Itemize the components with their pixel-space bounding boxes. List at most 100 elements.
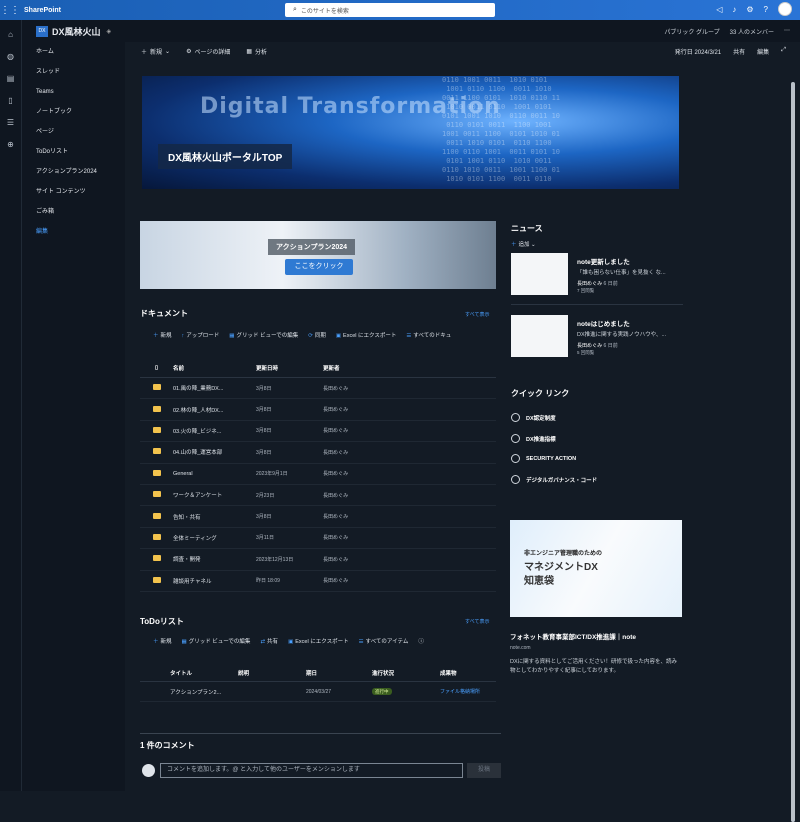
share-button[interactable]: 共有: [733, 47, 745, 56]
file-name[interactable]: 告知・共有: [173, 513, 256, 521]
news-card[interactable]: note更新しました 「誰も困らない仕事」を見抜く な... 長田めぐみ 6 日…: [511, 253, 681, 297]
grid-edit-button[interactable]: ▦ グリッド ビューでの編集: [229, 331, 298, 339]
nav-pages[interactable]: ページ: [22, 124, 125, 144]
todo-view-selector[interactable]: ☰ すべてのアイテム: [359, 637, 409, 645]
todo-share-button[interactable]: ⇄ 共有: [260, 637, 278, 645]
bell-icon[interactable]: ♪: [732, 5, 736, 14]
file-name[interactable]: 全体ミーティング: [173, 534, 256, 542]
table-row[interactable]: 調査・開発 2023年12月13日 長田めぐみ: [140, 549, 496, 571]
table-row[interactable]: 01.風の陣_業務DX... 3月8日 長田めぐみ: [140, 378, 496, 400]
quicklink-item[interactable]: デジタルガバナンス・コード: [511, 475, 597, 484]
todo-status-cell: 進行中: [372, 687, 440, 695]
more-icon[interactable]: ⋯: [784, 27, 790, 36]
hero-banner[interactable]: 0110 1001 0011 1010 0101 1001 0110 1100 …: [142, 76, 679, 189]
lists-icon[interactable]: ☰: [0, 118, 21, 130]
news-card-title[interactable]: note更新しました: [577, 256, 630, 266]
news-card-title[interactable]: noteはじめました: [577, 318, 630, 328]
edit-button[interactable]: 編集: [757, 47, 769, 56]
analytics-button[interactable]: ▦ 分析: [246, 47, 267, 56]
files-icon[interactable]: ▯: [0, 96, 21, 108]
column-status[interactable]: 進行状況: [372, 669, 440, 677]
file-name[interactable]: ワーク＆アンケート: [173, 491, 256, 499]
table-row[interactable]: アクションプラン2... 2024/03/27 進行中 ファイル格納場所: [140, 682, 496, 702]
table-row[interactable]: 雑談用チャネル 昨日 18:09 長田めぐみ: [140, 571, 496, 592]
members-count[interactable]: 33 人のメンバー: [730, 27, 774, 36]
upload-button[interactable]: ↑ アップロード: [182, 331, 220, 339]
site-search-input[interactable]: ⌕ このサイトを検索: [285, 3, 495, 17]
file-name[interactable]: 調査・開発: [173, 555, 256, 563]
column-title[interactable]: タイトル: [170, 669, 238, 677]
table-row[interactable]: 03.火の陣_ビジネ... 3月8日 長田めぐみ: [140, 421, 496, 443]
site-logo[interactable]: DX: [36, 25, 48, 37]
page-details-button[interactable]: ⚙ ページの詳細: [186, 47, 230, 56]
table-row[interactable]: ワーク＆アンケート 2月23日 長田めぐみ: [140, 485, 496, 507]
table-row[interactable]: 02.林の陣_人材DX... 3月8日 長田めぐみ: [140, 399, 496, 421]
sync-button[interactable]: ⟳ 同期: [308, 331, 326, 339]
documents-see-all[interactable]: すべて表示: [465, 311, 489, 318]
table-row[interactable]: 04.山の陣_運営本部 3月8日 長田めぐみ: [140, 442, 496, 464]
info-icon[interactable]: ⓘ: [418, 637, 424, 645]
nav-recycle-bin[interactable]: ごみ箱: [22, 204, 125, 224]
quicklink-item[interactable]: DX推進指標: [511, 434, 556, 443]
news-icon[interactable]: ▤: [0, 74, 21, 86]
column-description[interactable]: 説明: [238, 669, 306, 677]
nav-edit[interactable]: 編集: [22, 224, 125, 244]
file-name[interactable]: 04.山の陣_運営本部: [173, 448, 256, 456]
click-here-button[interactable]: ここをクリック: [285, 259, 353, 275]
table-row[interactable]: 告知・共有 3月8日 長田めぐみ: [140, 506, 496, 528]
news-add[interactable]: ＋追加 ⌄: [511, 240, 536, 248]
nav-teams[interactable]: Teams: [22, 84, 125, 104]
todo-see-all[interactable]: すべて表示: [465, 618, 489, 625]
note-link-image[interactable]: 非エンジニア管理職のための マネジメントDX 知恵袋: [510, 520, 682, 617]
news-card[interactable]: noteはじめました DX推進に関する実践ノウハウや、... 長田めぐみ 6 日…: [511, 315, 681, 359]
search-placeholder: このサイトを検索: [300, 8, 349, 15]
nav-todo[interactable]: ToDoリスト: [22, 144, 125, 164]
todo-link-cell[interactable]: ファイル格納場所: [440, 688, 496, 695]
file-name[interactable]: 03.火の陣_ビジネ...: [173, 427, 256, 435]
scrollbar-thumb[interactable]: [791, 82, 795, 822]
gear-icon[interactable]: ⚙: [746, 5, 753, 14]
plus-icon: ＋: [153, 639, 159, 645]
quicklink-item[interactable]: SECURITY ACTION: [511, 454, 576, 463]
export-excel-button[interactable]: ▣ Excel にエクスポート: [336, 331, 397, 339]
view-selector[interactable]: ☰ すべてのドキュ: [406, 331, 451, 339]
nav-notebook[interactable]: ノートブック: [22, 104, 125, 124]
nav-site-contents[interactable]: サイト コンテンツ: [22, 184, 125, 204]
expand-icon[interactable]: ⤢: [781, 47, 786, 56]
nav-home[interactable]: ホーム: [22, 44, 125, 64]
file-name[interactable]: 01.風の陣_業務DX...: [173, 384, 256, 392]
site-title[interactable]: DX風林火山: [52, 25, 101, 38]
megaphone-icon[interactable]: ◁: [716, 5, 722, 14]
todo-new-button[interactable]: ＋新規: [153, 637, 172, 645]
modified-by: 長田めぐみ: [323, 535, 349, 542]
column-due[interactable]: 期日: [306, 669, 372, 677]
post-button[interactable]: 投稿: [467, 763, 501, 778]
app-launcher-icon[interactable]: ⋮⋮: [0, 5, 20, 16]
todo-export-button[interactable]: ▣ Excel にエクスポート: [288, 637, 349, 645]
new-button[interactable]: ＋新規 ⌄: [141, 47, 170, 56]
note-link-title[interactable]: フォネット教育事業部ICT/DX推進課｜note: [510, 631, 636, 641]
file-name[interactable]: 雑談用チャネル: [173, 577, 256, 585]
home-icon[interactable]: ⌂: [0, 30, 21, 42]
todo-grid-edit-button[interactable]: ▦ グリッド ビューでの編集: [182, 637, 251, 645]
todo-title-cell[interactable]: アクションプラン2...: [170, 688, 238, 696]
column-name[interactable]: 名前: [173, 364, 256, 372]
brand-name[interactable]: SharePoint: [24, 7, 61, 14]
nav-actionplan[interactable]: アクションプラン2024: [22, 164, 125, 184]
file-name[interactable]: General: [173, 471, 256, 477]
column-modified-by[interactable]: 更新者: [323, 364, 383, 372]
column-deliverable[interactable]: 成果物: [440, 669, 496, 677]
comment-input[interactable]: コメントを追加します。@ と入力して他のユーザーをメンションします: [160, 763, 463, 778]
column-modified[interactable]: 更新日時: [256, 364, 323, 372]
nav-threads[interactable]: スレッド: [22, 64, 125, 84]
page-scrollbar[interactable]: [790, 62, 796, 822]
globe-icon[interactable]: ◍: [0, 52, 21, 64]
avatar[interactable]: [778, 2, 792, 16]
help-icon[interactable]: ?: [764, 5, 768, 14]
table-row[interactable]: 全体ミーティング 3月11日 長田めぐみ: [140, 528, 496, 550]
file-name[interactable]: 02.林の陣_人材DX...: [173, 406, 256, 414]
table-row[interactable]: General 2023年9月1日 長田めぐみ: [140, 464, 496, 485]
quicklink-item[interactable]: DX認定制度: [511, 413, 556, 422]
doc-new-button[interactable]: ＋新規: [153, 331, 172, 339]
add-icon[interactable]: ⊕: [0, 140, 21, 152]
